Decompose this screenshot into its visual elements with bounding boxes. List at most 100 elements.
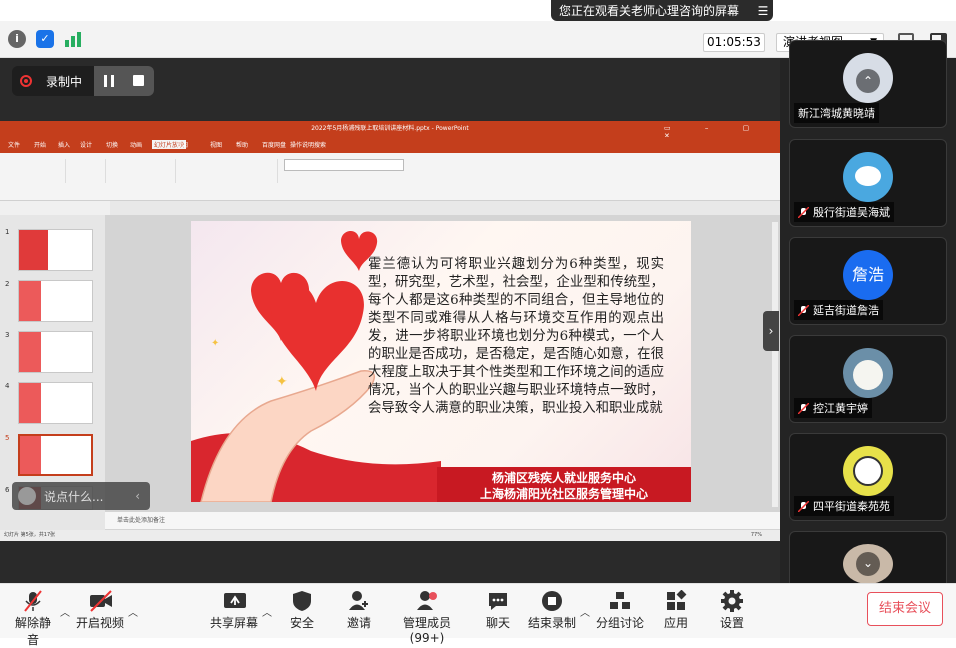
- slide-thumbnail[interactable]: [18, 382, 93, 424]
- slide-thumbnail[interactable]: [18, 229, 93, 271]
- participant-tile[interactable]: ⌄: [789, 531, 947, 584]
- apps-icon: [665, 589, 687, 612]
- monitor-select[interactable]: [284, 159, 404, 171]
- ppt-menu-item[interactable]: 动画: [130, 140, 142, 149]
- thumb-number: 6: [5, 486, 10, 494]
- pause-icon: [104, 75, 114, 87]
- viewing-text: 您正在观看关老师心理咨询的屏幕: [559, 4, 740, 18]
- ppt-ribbon: [0, 153, 780, 201]
- svg-text:✦: ✦: [276, 374, 288, 390]
- meeting-timer: 01:05:53: [703, 33, 765, 52]
- ppt-menu-bar: 文件 开始 插入 设计 切换 动画 幻灯片放映 审阅 视图 帮助 百度网盘 操作说明搜索: [0, 137, 780, 153]
- ppt-menu-item[interactable]: 设计: [80, 140, 92, 149]
- end-meeting-button[interactable]: 结束会议: [867, 592, 943, 626]
- shield-icon[interactable]: ✓: [36, 30, 54, 48]
- apps-button[interactable]: 应用: [662, 589, 690, 631]
- ppt-menu-item[interactable]: 审阅: [176, 140, 188, 149]
- participant-name: 延吉街道詹浩: [794, 300, 883, 320]
- slide-thumbnail[interactable]: [18, 280, 93, 322]
- avatar: 詹浩: [843, 250, 893, 300]
- stop-recording-button[interactable]: [124, 66, 154, 96]
- stop-icon: [133, 75, 144, 86]
- manage-members-button[interactable]: 管理成员(99+): [388, 590, 466, 645]
- ppt-menu-item[interactable]: 插入: [58, 140, 70, 149]
- mic-off-icon: [22, 590, 44, 612]
- record-dot-icon: [20, 75, 32, 87]
- participant-tile[interactable]: 四平街道秦苑苑: [789, 433, 947, 521]
- ppt-menu-item[interactable]: 视图: [210, 140, 222, 149]
- mic-off-icon: [797, 205, 810, 219]
- start-video-button[interactable]: 开启视频: [76, 590, 124, 631]
- ppt-menu-item[interactable]: 开始: [34, 140, 46, 149]
- chat-button[interactable]: 聊天: [484, 590, 512, 631]
- chevron-up-icon[interactable]: ︿: [580, 604, 590, 619]
- avatar: [843, 446, 893, 496]
- ribbon-group-custom[interactable]: [76, 159, 106, 183]
- share-screen-button[interactable]: 共享屏幕: [209, 590, 259, 631]
- add-user-icon: [348, 590, 370, 612]
- participant-name: 新江湾城黄晓靖: [794, 103, 879, 123]
- viewing-banner: 您正在观看关老师心理咨询的屏幕 ☰: [551, 0, 773, 21]
- breakout-rooms-button[interactable]: 分组讨论: [596, 590, 644, 631]
- participant-name: 控江黄宇婷: [794, 398, 872, 418]
- recording-label: 录制中: [46, 74, 83, 89]
- invite-button[interactable]: 邀请: [345, 590, 373, 631]
- thumb-number: 4: [5, 382, 10, 390]
- thumb-number: 3: [5, 331, 10, 339]
- video-off-icon: [89, 590, 112, 612]
- chat-input-popup[interactable]: 说点什么... ‹: [12, 482, 150, 510]
- chevron-up-icon[interactable]: ︿: [128, 604, 138, 619]
- pause-recording-button[interactable]: [94, 66, 124, 96]
- collapse-panel-button[interactable]: ›: [763, 311, 779, 351]
- signal-icon[interactable]: [64, 31, 82, 47]
- slide-body-text: 霍兰德认为可将职业兴趣划分为6种类型，现实型，研究型，艺术型，社会型，企业型和传…: [368, 257, 664, 416]
- ppt-title-bar: 2022年5月杨浦残联上取培训讲座材料.pptx - PowerPoint: [0, 121, 780, 137]
- security-button[interactable]: 安全: [288, 590, 316, 631]
- avatar: [843, 152, 893, 202]
- slide-count: 幻灯片 第5张，共17张: [4, 532, 56, 538]
- vertical-scrollbar[interactable]: [772, 222, 778, 507]
- banner-line-1: 杨浦区残疾人就业服务中心: [491, 471, 636, 485]
- breakout-icon: [609, 590, 631, 612]
- recording-indicator: 录制中: [12, 66, 94, 96]
- settings-button[interactable]: 设置: [718, 590, 746, 631]
- end-recording-button[interactable]: 结束录制: [528, 590, 576, 631]
- ribbon-group-rehearse[interactable]: [176, 159, 226, 183]
- participant-tile[interactable]: 殷行街道吴海斌: [789, 139, 947, 227]
- participant-tile[interactable]: 詹浩 延吉街道詹浩: [789, 237, 947, 325]
- quick-access-toolbar[interactable]: [0, 201, 110, 215]
- svg-text:✦: ✦: [211, 338, 219, 349]
- ppt-menu-item[interactable]: 操作说明搜索: [290, 140, 326, 149]
- slide-thumbnail-active[interactable]: [18, 434, 93, 476]
- ppt-window-controls[interactable]: ▭ – ▢ ✕: [664, 124, 774, 140]
- ppt-menu-item[interactable]: 百度网盘: [262, 140, 286, 149]
- menu-icon[interactable]: ☰: [753, 4, 773, 18]
- participant-tile[interactable]: ⌃ 新江湾城黄晓靖: [789, 40, 947, 128]
- chevron-up-icon[interactable]: ︿: [262, 604, 272, 619]
- shield-icon: [291, 590, 313, 612]
- ribbon-group-start[interactable]: [6, 159, 66, 183]
- info-icon[interactable]: i: [8, 30, 26, 48]
- unmute-button[interactable]: 解除静音: [10, 590, 56, 648]
- banner-line-2: 上海杨浦阳光社区服务管理中心: [479, 487, 648, 501]
- ppt-menu-item[interactable]: 文件: [8, 140, 20, 149]
- ppt-menu-item[interactable]: 切换: [106, 140, 118, 149]
- members-icon: [416, 590, 438, 612]
- participant-tile[interactable]: 控江黄宇婷: [789, 335, 947, 423]
- notes-area[interactable]: 单击此处添加备注: [105, 512, 780, 529]
- meeting-toolbar: [0, 583, 956, 638]
- gear-icon: [721, 590, 743, 612]
- zoom-level[interactable]: 77%: [751, 530, 762, 541]
- chevron-up-icon[interactable]: ⌃: [856, 69, 880, 93]
- slide-thumbnail[interactable]: [18, 331, 93, 373]
- chevron-down-icon[interactable]: ⌄: [856, 552, 880, 576]
- chevron-up-icon[interactable]: ︿: [60, 604, 70, 619]
- chat-placeholder: 说点什么...: [44, 489, 104, 504]
- share-screen-icon: [223, 590, 246, 612]
- chat-icon: [487, 590, 509, 612]
- chevron-left-icon[interactable]: ‹: [135, 489, 140, 503]
- ppt-menu-item[interactable]: 帮助: [236, 140, 248, 149]
- ribbon-checkboxes[interactable]: [228, 159, 278, 183]
- avatar: [18, 487, 36, 505]
- ribbon-group-setup[interactable]: [116, 159, 176, 183]
